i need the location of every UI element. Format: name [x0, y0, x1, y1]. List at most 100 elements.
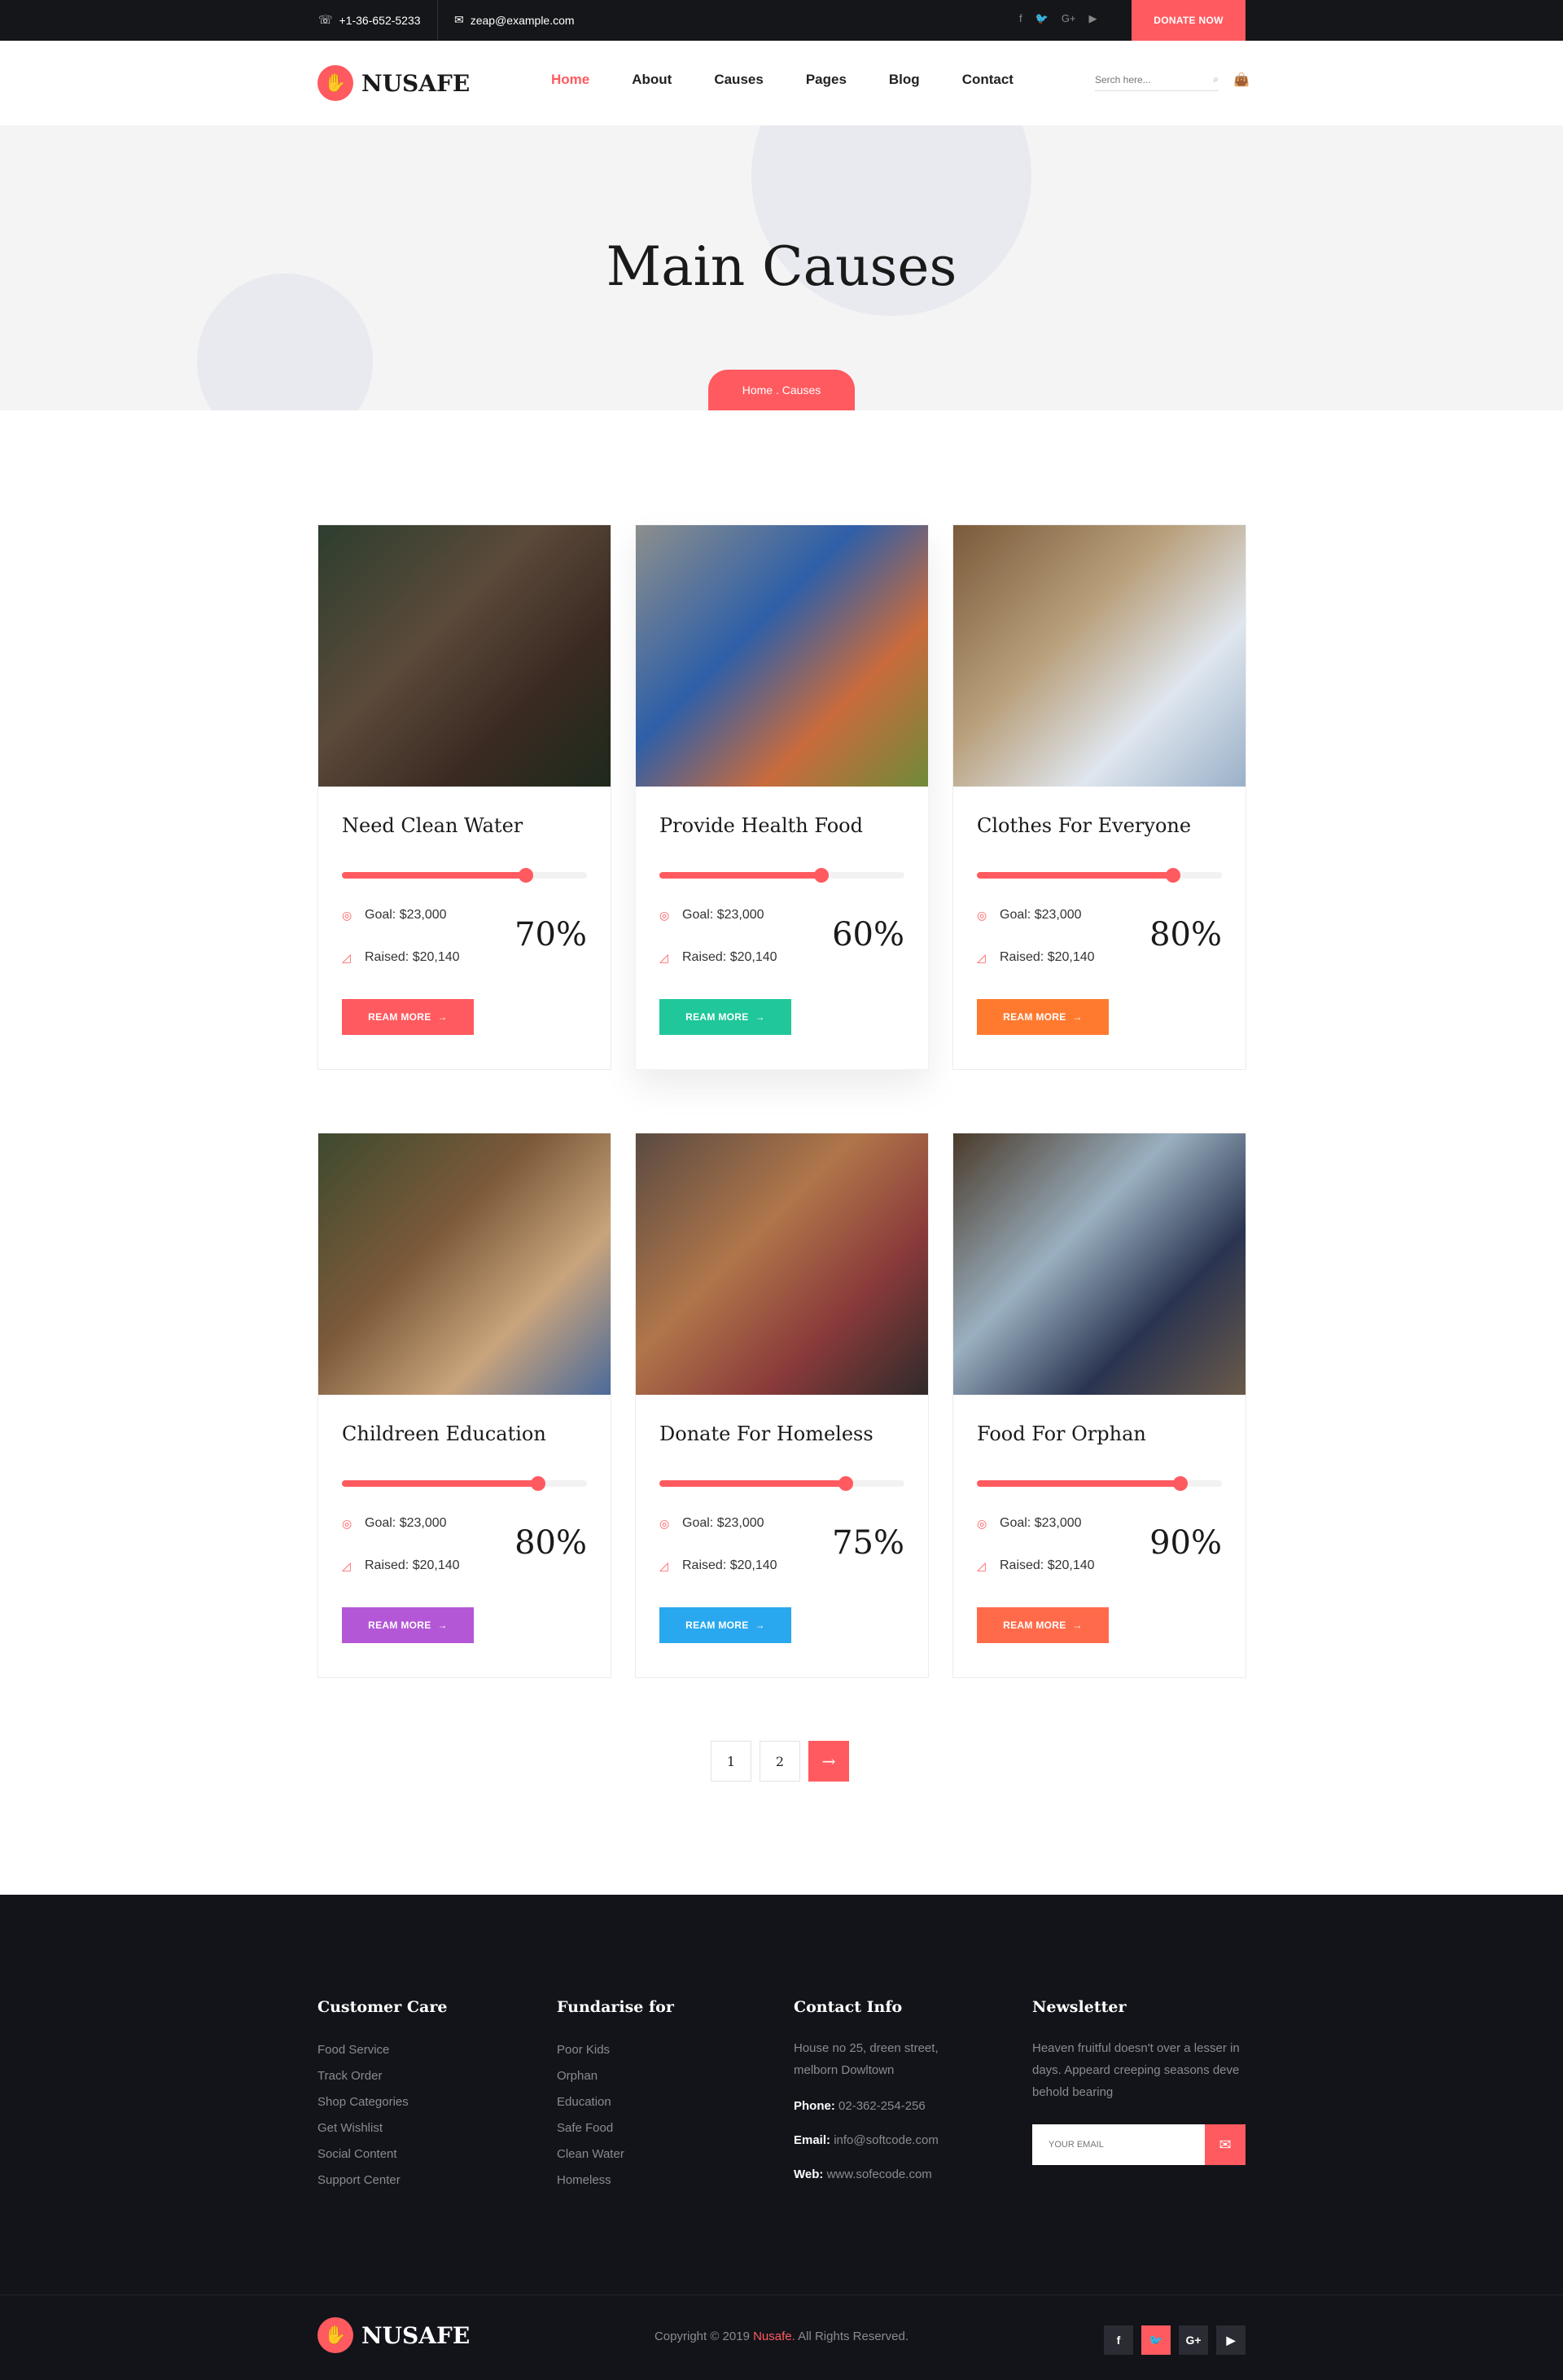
chart-icon: ◿ [977, 1558, 986, 1572]
donate-now-button[interactable]: DONATE NOW [1132, 0, 1246, 41]
read-more-button[interactable]: REAM MORE → [342, 1607, 474, 1643]
email-value[interactable]: info@softcode.com [834, 2133, 939, 2147]
newsletter-email-input[interactable] [1032, 2124, 1205, 2165]
youtube-icon[interactable]: ▶ [1216, 2325, 1246, 2355]
progress-handle [1172, 1476, 1188, 1491]
nav-blog[interactable]: Blog [889, 72, 920, 88]
goal-text: Goal: $23,000 [365, 1516, 447, 1530]
goal-text: Goal: $23,000 [682, 1516, 764, 1530]
cause-image[interactable] [953, 1133, 1246, 1395]
footer-link[interactable]: Shop Categories [317, 2089, 447, 2115]
google-plus-icon[interactable]: G+ [1179, 2325, 1208, 2355]
read-more-button[interactable]: REAM MORE → [659, 999, 791, 1035]
footer-link[interactable]: Orphan [557, 2063, 674, 2089]
page-title: Main Causes [606, 235, 957, 298]
twitter-icon[interactable]: 🐦 [1035, 12, 1049, 25]
nav-pages[interactable]: Pages [806, 72, 847, 88]
cause-image[interactable] [953, 525, 1246, 787]
fundraise-column: Fundarise for Poor Kids Orphan Education… [557, 1998, 674, 2194]
breadcrumb[interactable]: Home . Causes [708, 370, 855, 410]
cause-image[interactable] [318, 525, 611, 787]
phone-contact[interactable]: ☏ +1-36-652-5233 [318, 13, 421, 27]
column-title: Customer Care [317, 1998, 448, 2016]
copyright: Copyright © 2019 Nusafe. All Rights Rese… [0, 2330, 1563, 2343]
send-envelope-icon[interactable]: ✉ [1205, 2124, 1246, 2165]
page-1-button[interactable]: 1 [711, 1741, 751, 1782]
email-label: Email: [794, 2133, 831, 2147]
arrow-right-icon: → [1072, 1011, 1083, 1023]
footer-link[interactable]: Get Wishlist [317, 2115, 447, 2141]
read-more-button[interactable]: REAM MORE → [977, 1607, 1109, 1643]
footer-link[interactable]: Social Content [317, 2141, 447, 2167]
raised-row: ◿ Raised: $20,140 [659, 950, 777, 965]
contact-web: Web: www.sofecode.com [794, 2166, 973, 2184]
cause-title[interactable]: Childreen Education [342, 1422, 546, 1445]
cause-title[interactable]: Need Clean Water [342, 814, 523, 837]
progress-bar [659, 1476, 904, 1491]
cause-title[interactable]: Food For Orphan [977, 1422, 1146, 1445]
target-icon: ◎ [977, 1516, 987, 1530]
envelope-icon: ✉ [454, 13, 464, 26]
percent-value: 75% [832, 1524, 904, 1562]
read-more-button[interactable]: REAM MORE → [977, 999, 1109, 1035]
raised-text: Raised: $20,140 [365, 950, 460, 964]
footer-link[interactable]: Safe Food [557, 2115, 674, 2141]
read-more-button[interactable]: REAM MORE → [342, 999, 474, 1035]
cause-image[interactable] [636, 1133, 928, 1395]
progress-fill [342, 872, 526, 879]
raised-text: Raised: $20,140 [1000, 1558, 1095, 1572]
footer-link[interactable]: Homeless [557, 2167, 674, 2194]
search-icon[interactable]: ⌕ [1213, 73, 1219, 85]
hand-heart-icon: ✋ [317, 65, 353, 101]
footer-link[interactable]: Track Order [317, 2063, 447, 2089]
chart-icon: ◿ [342, 950, 351, 964]
next-page-button[interactable]: → [808, 1741, 849, 1782]
nav-causes[interactable]: Causes [714, 72, 763, 88]
footer-link[interactable]: Support Center [317, 2167, 447, 2194]
cause-card: Need Clean Water ◎ Goal: $23,000 ◿ Raise… [317, 524, 611, 1070]
goal-row: ◎ Goal: $23,000 [342, 908, 447, 923]
cause-image[interactable] [636, 525, 928, 787]
footer-link[interactable]: Poor Kids [557, 2037, 674, 2063]
nav-home[interactable]: Home [551, 72, 589, 88]
goal-text: Goal: $23,000 [1000, 1516, 1082, 1530]
twitter-icon[interactable]: 🐦 [1141, 2325, 1171, 2355]
facebook-icon[interactable]: f [1019, 12, 1022, 25]
progress-handle [518, 868, 533, 883]
progress-fill [659, 872, 821, 879]
youtube-icon[interactable]: ▶ [1089, 12, 1097, 25]
progress-bar [342, 1476, 587, 1491]
email-contact[interactable]: ✉ zeap@example.com [454, 13, 575, 27]
nav-about[interactable]: About [632, 72, 672, 88]
cause-title[interactable]: Provide Health Food [659, 814, 863, 837]
footer-link[interactable]: Education [557, 2089, 674, 2115]
footer-link[interactable]: Food Service [317, 2037, 447, 2063]
google-plus-icon[interactable]: G+ [1062, 12, 1076, 25]
email-address: zeap@example.com [470, 13, 575, 27]
percent-value: 70% [514, 916, 587, 953]
read-more-button[interactable]: REAM MORE → [659, 1607, 791, 1643]
raised-row: ◿ Raised: $20,140 [342, 950, 460, 965]
phone-value[interactable]: 02-362-254-256 [838, 2099, 926, 2113]
column-title: Newsletter [1032, 1998, 1127, 2016]
arrow-right-icon: → [1072, 1620, 1083, 1631]
facebook-icon[interactable]: f [1104, 2325, 1133, 2355]
logo-text: NUSAFE [361, 69, 471, 97]
goal-text: Goal: $23,000 [1000, 908, 1082, 922]
copyright-brand[interactable]: Nusafe. [753, 2330, 795, 2343]
shopping-bag-icon[interactable]: 👜 [1233, 72, 1250, 88]
cause-title[interactable]: Donate For Homeless [659, 1422, 873, 1445]
button-label: REAM MORE [1003, 1011, 1066, 1023]
raised-row: ◿ Raised: $20,140 [977, 1558, 1095, 1573]
cause-image[interactable] [318, 1133, 611, 1395]
footer-link[interactable]: Clean Water [557, 2141, 674, 2167]
page-2-button[interactable]: 2 [760, 1741, 800, 1782]
web-value[interactable]: www.sofecode.com [827, 2167, 932, 2181]
search-input[interactable] [1095, 73, 1184, 85]
chart-icon: ◿ [977, 950, 986, 964]
phone-label: Phone: [794, 2099, 835, 2113]
arrow-right-icon: → [437, 1620, 448, 1631]
nav-contact[interactable]: Contact [962, 72, 1014, 88]
cause-title[interactable]: Clothes For Everyone [977, 814, 1191, 837]
logo[interactable]: ✋ NUSAFE [317, 65, 470, 101]
